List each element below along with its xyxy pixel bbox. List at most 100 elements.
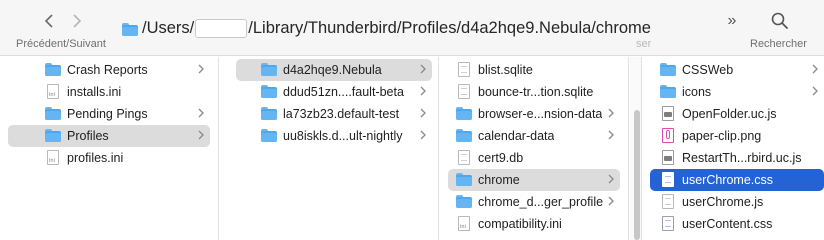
- list-item-label: blist.sqlite: [478, 63, 533, 77]
- folder-icon: [45, 107, 61, 123]
- chevron-right-icon: [198, 130, 204, 140]
- list-item-label: userContent.css: [682, 217, 773, 231]
- list-item[interactable]: ini profiles.ini: [8, 147, 210, 169]
- file-icon: [456, 62, 472, 78]
- list-item-label: browser-e...nsion-data: [478, 107, 603, 121]
- folder-icon: [261, 107, 277, 123]
- list-item-label: RestartTh...rbird.uc.js: [682, 151, 802, 165]
- folder-icon: [456, 129, 472, 145]
- list-item-label: bounce-tr...tion.sqlite: [478, 85, 594, 99]
- folder-icon: [261, 85, 277, 101]
- chevron-right-icon: [608, 108, 614, 118]
- chevron-right-icon: [812, 64, 818, 74]
- list-item[interactable]: Crash Reports: [8, 59, 210, 81]
- path-prefix: /Users/: [142, 18, 195, 37]
- search-button[interactable]: [770, 11, 790, 31]
- chevron-right-icon: [812, 86, 818, 96]
- list-item[interactable]: bounce-tr...tion.sqlite: [448, 81, 620, 103]
- list-item[interactable]: chrome: [448, 169, 620, 191]
- list-item[interactable]: userContent.css: [650, 213, 824, 235]
- search-caption: Rechercher: [750, 38, 807, 50]
- list-item[interactable]: ddud51zn....fault-beta: [236, 81, 432, 103]
- chevron-right-icon: [198, 108, 204, 118]
- chevron-right-icon: [420, 130, 426, 140]
- list-item[interactable]: paper-clip.png: [650, 125, 824, 147]
- column-4[interactable]: CSSWeb icons OpenFolder.uc.js paper-clip.pn…: [642, 57, 824, 240]
- list-item-label: CSSWeb: [682, 63, 734, 77]
- search-icon: [771, 12, 788, 29]
- list-item-label: profiles.ini: [67, 151, 124, 165]
- list-item[interactable]: RestartTh...rbird.uc.js: [650, 147, 824, 169]
- css-file-icon: [660, 216, 676, 232]
- list-item[interactable]: la73zb23.default-test: [236, 103, 432, 125]
- list-item-label: userChrome.css: [682, 173, 773, 187]
- list-item-label: compatibility.ini: [478, 217, 562, 231]
- list-item[interactable]: blist.sqlite: [448, 59, 620, 81]
- file-icon: [456, 150, 472, 166]
- list-item[interactable]: CSSWeb: [650, 59, 824, 81]
- chevron-right-icon: [608, 196, 614, 206]
- chevron-right-icon: [608, 174, 614, 184]
- list-item[interactable]: Pending Pings: [8, 103, 210, 125]
- nav-caption: Précédent/Suivant: [16, 38, 106, 50]
- chevron-right-icon: [420, 86, 426, 96]
- list-item[interactable]: uu8iskls.d...ult-nightly: [236, 125, 432, 147]
- column-1[interactable]: Crash Reports ini installs.ini Pending Ping…: [0, 57, 219, 240]
- png-file-icon: [660, 128, 676, 144]
- list-item-label: la73zb23.default-test: [283, 107, 400, 121]
- list-item[interactable]: ini compatibility.ini: [448, 213, 620, 235]
- folder-icon: [122, 22, 138, 36]
- list-item[interactable]: calendar-data: [448, 125, 620, 147]
- list-item-label: OpenFolder.uc.js: [682, 107, 777, 121]
- redacted-username: [195, 18, 248, 38]
- column-2[interactable]: d4a2hqe9.Nebula ddud51zn....fault-beta la7…: [220, 57, 439, 240]
- list-item[interactable]: d4a2hqe9.Nebula: [236, 59, 432, 81]
- list-item-label: paper-clip.png: [682, 129, 762, 143]
- list-item-label: calendar-data: [478, 129, 555, 143]
- list-item[interactable]: ini installs.ini: [8, 81, 210, 103]
- list-item[interactable]: OpenFolder.uc.js: [650, 103, 824, 125]
- folder-icon: [660, 63, 676, 79]
- folder-icon: [261, 129, 277, 145]
- path-bar[interactable]: /Users/ /Library/Thunderbird/Profiles/d4…: [122, 14, 651, 42]
- more-toolbar-button[interactable]: »: [722, 12, 742, 30]
- list-item[interactable]: userChrome.js: [650, 191, 824, 213]
- list-item-label: chrome: [478, 173, 520, 187]
- list-item-label: Profiles: [67, 129, 109, 143]
- css-file-icon: [660, 172, 676, 188]
- list-item[interactable]: cert9.db: [448, 147, 620, 169]
- back-button[interactable]: [37, 9, 61, 33]
- forward-button[interactable]: [65, 9, 89, 33]
- list-item[interactable]: chrome_d...ger_profile: [448, 191, 620, 213]
- folder-icon: [456, 107, 472, 123]
- folder-icon: [456, 195, 472, 211]
- folder-icon: [456, 173, 472, 189]
- chevron-right-icon: [198, 64, 204, 74]
- finder-toolbar: Précédent/Suivant /Users/ /Library/Thund…: [0, 0, 824, 56]
- list-item[interactable]: userChrome.css: [650, 169, 824, 191]
- list-item[interactable]: Profiles: [8, 125, 210, 147]
- folder-icon: [45, 63, 61, 79]
- file-icon: [456, 84, 472, 100]
- list-item[interactable]: browser-e...nsion-data: [448, 103, 620, 125]
- ini-file-icon: ini: [45, 150, 61, 166]
- list-item-label: uu8iskls.d...ult-nightly: [283, 129, 403, 143]
- chevron-left-icon: [44, 14, 53, 28]
- chevron-right-icon: [420, 64, 426, 74]
- chevron-right-icon: [73, 14, 82, 28]
- path-text: /Users/ /Library/Thunderbird/Profiles/d4…: [142, 18, 651, 38]
- file-icon: [660, 194, 676, 210]
- list-item-label: Crash Reports: [67, 63, 148, 77]
- list-item-label: chrome_d...ger_profile: [478, 195, 604, 209]
- chevron-right-icon: [608, 130, 614, 140]
- overflow-caption: ser: [636, 38, 652, 50]
- scrollbar-thumb[interactable]: [634, 110, 640, 240]
- column-3[interactable]: blist.sqlite bounce-tr...tion.sqlite brows…: [440, 57, 629, 240]
- js-file-icon: [660, 106, 676, 122]
- folder-icon: [660, 85, 676, 101]
- list-item-label: installs.ini: [67, 85, 122, 99]
- js-file-icon: [660, 150, 676, 166]
- ini-file-icon: ini: [45, 84, 61, 100]
- path-suffix: /Library/Thunderbird/Profiles/d4a2hqe9.N…: [248, 18, 651, 37]
- list-item[interactable]: icons: [650, 81, 824, 103]
